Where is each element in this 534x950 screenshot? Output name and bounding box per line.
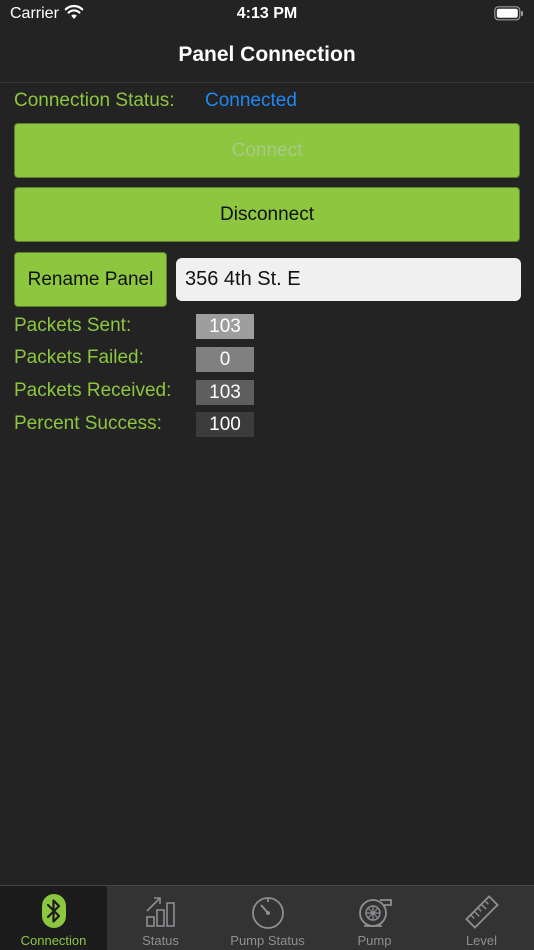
pump-icon bbox=[321, 894, 428, 930]
packets-sent-label: Packets Sent: bbox=[14, 315, 132, 336]
clock: 4:13 PM bbox=[236, 5, 298, 22]
status-bar: Carrier 4:13 PM bbox=[0, 0, 534, 30]
battery-icon bbox=[494, 6, 524, 26]
packets-received-value: 103 bbox=[196, 380, 254, 405]
gauge-icon bbox=[214, 894, 321, 930]
tab-bar: Connection Status Pump Status Pump Level bbox=[0, 885, 534, 950]
tab-pump-status[interactable]: Pump Status bbox=[214, 886, 321, 950]
navigation-bar: Panel Connection bbox=[0, 30, 534, 83]
percent-success-label: Percent Success: bbox=[14, 413, 162, 434]
percent-success-value: 100 bbox=[196, 412, 254, 437]
disconnect-button[interactable]: Disconnect bbox=[14, 187, 520, 242]
page-title: Panel Connection bbox=[178, 43, 356, 66]
bluetooth-icon bbox=[0, 894, 107, 930]
tab-label: Level bbox=[465, 933, 498, 948]
packets-failed-label: Packets Failed: bbox=[14, 347, 144, 368]
rename-panel-button[interactable]: Rename Panel bbox=[14, 252, 167, 307]
packets-sent-value: 103 bbox=[196, 314, 254, 339]
packets-failed-value: 0 bbox=[196, 347, 254, 372]
tab-pump[interactable]: Pump bbox=[321, 886, 428, 950]
tab-label: Status bbox=[142, 933, 179, 948]
tab-label: Pump Status bbox=[230, 933, 305, 948]
ruler-icon bbox=[428, 894, 534, 930]
connection-status-value: Connected bbox=[205, 90, 297, 111]
connect-button[interactable]: Connect bbox=[14, 123, 520, 178]
connection-status-row: Connection Status: Connected bbox=[14, 90, 297, 112]
tab-status[interactable]: Status bbox=[107, 886, 214, 950]
connection-status-label: Connection Status: bbox=[14, 90, 175, 111]
tab-connection[interactable]: Connection bbox=[0, 886, 107, 950]
packets-received-label: Packets Received: bbox=[14, 380, 172, 401]
tab-label: Pump bbox=[357, 933, 392, 948]
tab-label: Connection bbox=[20, 933, 87, 948]
tab-level[interactable]: Level bbox=[428, 886, 534, 950]
bar-chart-icon bbox=[107, 894, 214, 930]
panel-name-field[interactable]: 356 4th St. E bbox=[176, 258, 521, 301]
